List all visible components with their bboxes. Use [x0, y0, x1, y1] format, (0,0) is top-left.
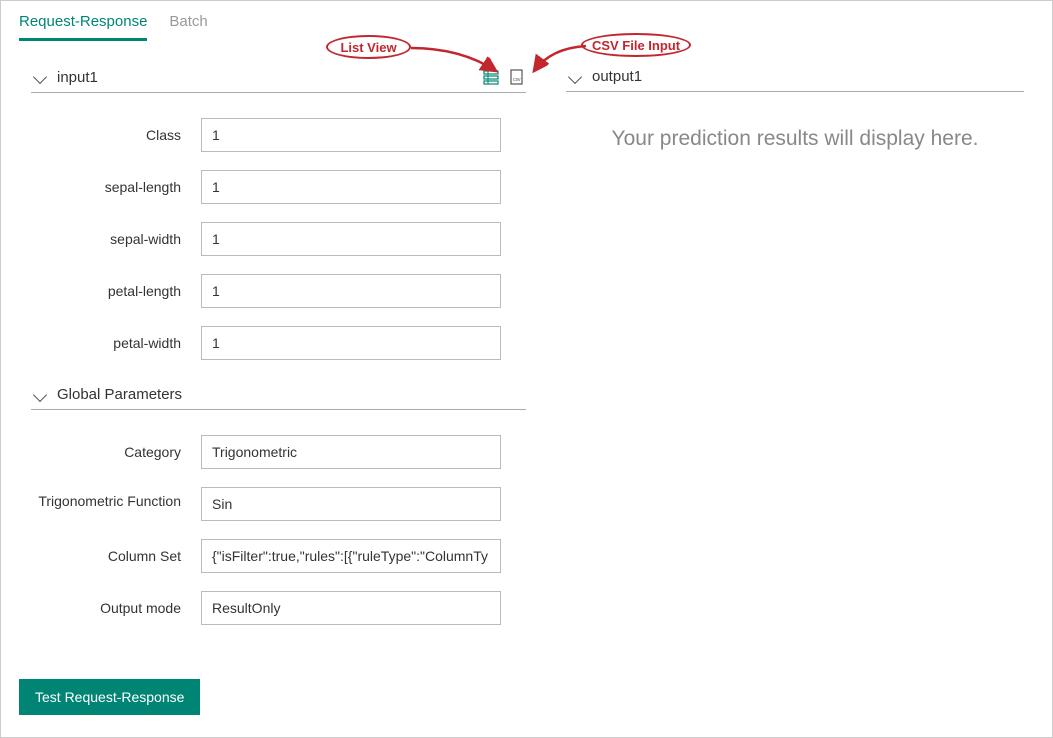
test-request-response-button[interactable]: Test Request-Response [19, 679, 200, 715]
chevron-down-icon [33, 387, 47, 401]
field-output-mode: Output mode [31, 591, 526, 625]
label-petal-length: petal-length [31, 283, 201, 299]
field-trig-function: Trigonometric Function [31, 487, 526, 521]
tabs-bar: Request-Response Batch [1, 1, 1052, 42]
label-sepal-length: sepal-length [31, 179, 201, 195]
field-sepal-width: sepal-width [31, 222, 526, 256]
chevron-down-icon [33, 70, 47, 84]
input-class[interactable] [201, 118, 501, 152]
input-section-title: input1 [57, 69, 98, 86]
input-sepal-width[interactable] [201, 222, 501, 256]
label-trig-function: Trigonometric Function [31, 487, 201, 509]
field-class: Class [31, 118, 526, 152]
annotation-arrow-left [406, 43, 506, 83]
input-fields: Class sepal-length sepal-width petal-len… [31, 118, 526, 360]
label-column-set: Column Set [31, 548, 201, 564]
annotation-arrow-right [526, 43, 596, 83]
field-petal-width: petal-width [31, 326, 526, 360]
field-petal-length: petal-length [31, 274, 526, 308]
output-section-title: output1 [592, 68, 642, 85]
tab-batch[interactable]: Batch [169, 7, 207, 41]
output-placeholder: Your prediction results will display her… [566, 122, 1024, 151]
global-params-header[interactable]: Global Parameters [31, 380, 526, 410]
field-sepal-length: sepal-length [31, 170, 526, 204]
global-params-title: Global Parameters [57, 386, 182, 403]
svg-text:csv: csv [513, 77, 521, 83]
tab-request-response[interactable]: Request-Response [19, 7, 147, 41]
csv-file-icon[interactable]: csv [508, 68, 526, 86]
input-petal-width[interactable] [201, 326, 501, 360]
annotation-csv-input: CSV File Input [581, 33, 691, 57]
label-petal-width: petal-width [31, 335, 201, 351]
input-output-mode[interactable] [201, 591, 501, 625]
field-column-set: Column Set [31, 539, 526, 573]
label-sepal-width: sepal-width [31, 231, 201, 247]
input-petal-length[interactable] [201, 274, 501, 308]
input-sepal-length[interactable] [201, 170, 501, 204]
input-trig-function[interactable] [201, 487, 501, 521]
input-column-set[interactable] [201, 539, 501, 573]
output-section-header[interactable]: output1 [566, 62, 1024, 92]
global-fields: Category Trigonometric Function Column S… [31, 435, 526, 625]
label-class: Class [31, 127, 201, 143]
annotation-list-view: List View [326, 35, 411, 59]
input-category[interactable] [201, 435, 501, 469]
label-output-mode: Output mode [31, 600, 201, 616]
field-category: Category [31, 435, 526, 469]
label-category: Category [31, 444, 201, 460]
